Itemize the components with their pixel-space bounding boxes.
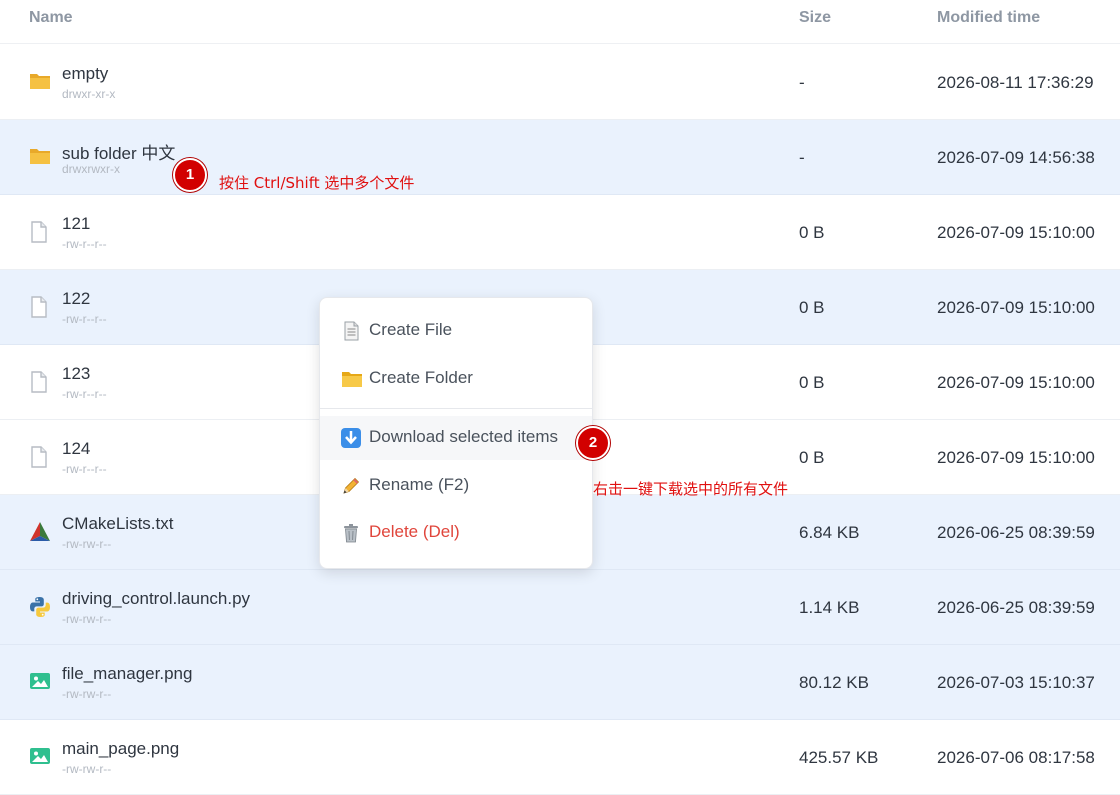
file-permissions: -rw-rw-r-- <box>62 687 112 701</box>
file-name: 123 <box>62 364 91 383</box>
download-arrow-icon <box>341 428 363 450</box>
file-name: main_page.png <box>62 739 180 758</box>
file-size: 1.14 KB <box>799 598 860 617</box>
python-icon <box>29 596 51 618</box>
delete-menu-item[interactable]: Delete (Del) <box>320 511 592 555</box>
file-row[interactable]: driving_control.launch.py -rw-rw-r-- 1.1… <box>0 570 1120 645</box>
file-modified-time: 2026-07-09 15:10:00 <box>937 223 1095 242</box>
file-icon <box>29 296 51 318</box>
menu-item-label: Create File <box>369 320 453 339</box>
column-header-modified[interactable]: Modified time <box>937 9 1040 27</box>
file-row[interactable]: 121 -rw-r--r-- 0 B 2026-07-09 15:10:00 <box>0 195 1120 270</box>
file-name: sub folder 中文 <box>62 144 176 163</box>
file-permissions: -rw-r--r-- <box>62 237 107 251</box>
file-permissions: -rw-r--r-- <box>62 312 107 326</box>
file-size: 80.12 KB <box>799 673 869 692</box>
file-size: 0 B <box>799 298 825 317</box>
step-badge: 1 <box>173 158 207 192</box>
folder-icon <box>341 369 363 391</box>
menu-item-label: Download selected items <box>369 427 558 446</box>
file-name: driving_control.launch.py <box>62 589 251 608</box>
file-size: 425.57 KB <box>799 748 879 767</box>
file-permissions: drwxrwxr-x <box>62 162 120 176</box>
menu-item-label: Create Folder <box>369 368 473 387</box>
file-modified-time: 2026-07-09 15:10:00 <box>937 373 1095 392</box>
file-size: 0 B <box>799 448 825 467</box>
file-size: 6.84 KB <box>799 523 860 542</box>
file-name: file_manager.png <box>62 664 193 683</box>
file-name: 124 <box>62 439 91 458</box>
image-icon <box>29 746 51 768</box>
menu-item-label: Rename (F2) <box>369 475 470 494</box>
download-selected-menu-item[interactable]: Download selected items <box>320 416 592 460</box>
table-header: Name Size Modified time <box>0 0 1120 44</box>
file-name: empty <box>62 64 109 83</box>
rename-menu-item[interactable]: Rename (F2) <box>320 464 592 508</box>
document-icon <box>341 321 363 343</box>
file-modified-time: 2026-07-09 15:10:00 <box>937 448 1095 467</box>
file-size: 0 B <box>799 223 825 242</box>
file-name: 122 <box>62 289 91 308</box>
file-permissions: -rw-rw-r-- <box>62 537 112 551</box>
file-name: CMakeLists.txt <box>62 514 174 533</box>
file-modified-time: 2026-06-25 08:39:59 <box>937 598 1095 617</box>
menu-divider <box>320 408 592 409</box>
file-manager: Name Size Modified time empty drwxr-xr-x… <box>0 0 1120 795</box>
file-permissions: -rw-r--r-- <box>62 462 107 476</box>
create-file-menu-item[interactable]: Create File <box>320 309 592 353</box>
cmake-icon <box>29 521 51 543</box>
image-icon <box>29 671 51 693</box>
file-permissions: -rw-rw-r-- <box>62 612 112 626</box>
file-name: 121 <box>62 214 91 233</box>
file-row[interactable]: empty drwxr-xr-x - 2026-08-11 17:36:29 <box>0 45 1120 120</box>
file-icon <box>29 221 51 243</box>
file-row[interactable]: file_manager.png -rw-rw-r-- 80.12 KB 202… <box>0 645 1120 720</box>
create-folder-menu-item[interactable]: Create Folder <box>320 357 592 401</box>
folder-icon <box>29 71 51 93</box>
folder-icon <box>29 146 51 168</box>
file-modified-time: 2026-08-11 17:36:29 <box>937 73 1094 92</box>
annotation-text: 按住 Ctrl/Shift 选中多个文件 <box>219 174 415 192</box>
file-permissions: -rw-rw-r-- <box>62 762 112 776</box>
file-permissions: -rw-r--r-- <box>62 387 107 401</box>
menu-item-label: Delete (Del) <box>369 522 460 541</box>
file-size: - <box>799 148 805 167</box>
file-icon <box>29 446 51 468</box>
file-row[interactable]: sub folder 中文 drwxrwxr-x - 2026-07-09 14… <box>0 120 1120 195</box>
file-row[interactable]: main_page.png -rw-rw-r-- 425.57 KB 2026-… <box>0 720 1120 795</box>
context-menu: Create File Create Folder Download selec… <box>319 297 593 569</box>
file-modified-time: 2026-07-09 14:56:38 <box>937 148 1095 167</box>
trash-icon <box>341 523 363 545</box>
file-modified-time: 2026-07-03 15:10:37 <box>937 673 1095 692</box>
column-header-size[interactable]: Size <box>799 9 831 27</box>
pencil-icon <box>341 476 363 498</box>
file-size: 0 B <box>799 373 825 392</box>
file-modified-time: 2026-07-06 08:17:58 <box>937 748 1095 767</box>
file-icon <box>29 371 51 393</box>
file-modified-time: 2026-06-25 08:39:59 <box>937 523 1095 542</box>
file-modified-time: 2026-07-09 15:10:00 <box>937 298 1095 317</box>
column-header-name[interactable]: Name <box>29 9 73 27</box>
file-size: - <box>799 73 805 92</box>
step-badge: 2 <box>576 426 610 460</box>
annotation-text: 右击一键下载选中的所有文件 <box>593 480 789 498</box>
file-permissions: drwxr-xr-x <box>62 87 116 101</box>
